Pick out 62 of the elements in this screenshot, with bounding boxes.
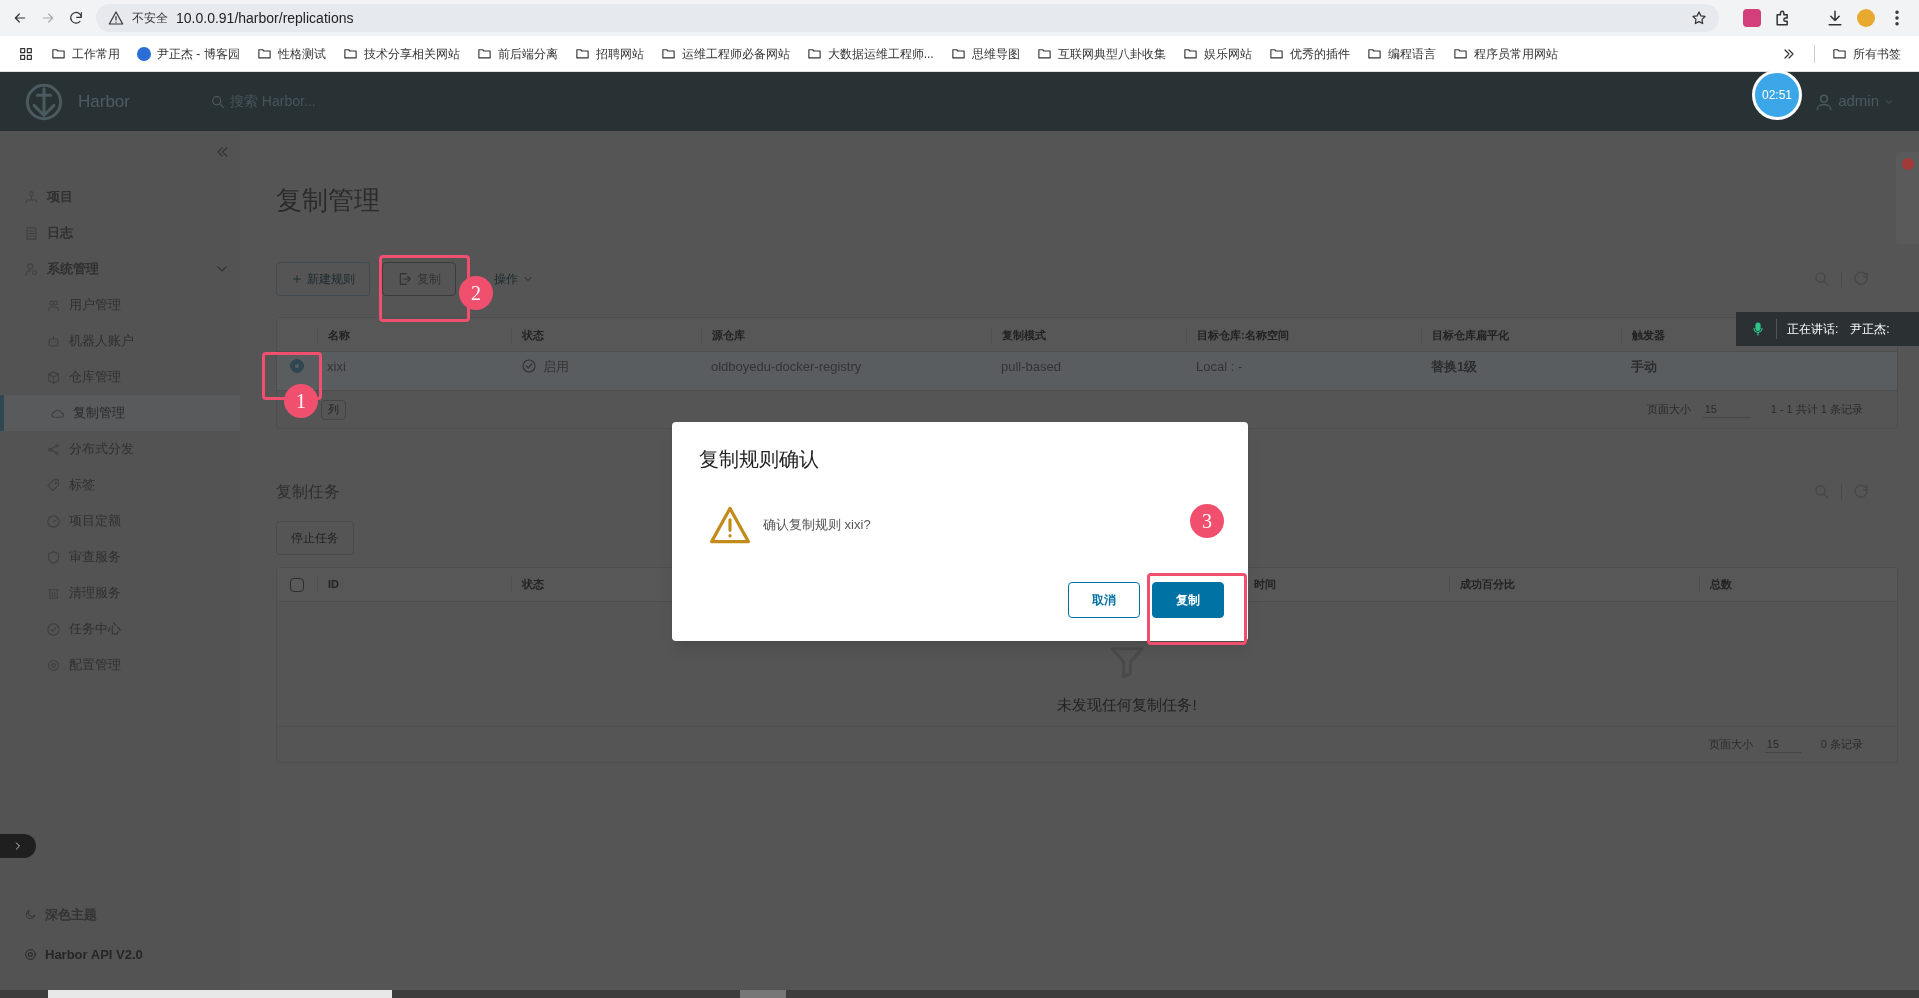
moon-icon <box>24 908 37 922</box>
bookmark[interactable]: 招聘网站 <box>574 44 644 63</box>
folder-icon <box>1832 46 1847 61</box>
select-all-checkbox[interactable] <box>290 577 304 592</box>
warning-icon <box>707 504 753 546</box>
folder-icon <box>660 46 676 61</box>
bookmark[interactable]: 思维导图 <box>950 44 1020 63</box>
folder-icon <box>1452 46 1468 61</box>
bookmark[interactable]: 编程语言 <box>1366 44 1436 63</box>
dialog-message: 确认复制规则 xixi? <box>763 516 871 535</box>
confirm-button[interactable]: 复制 <box>1152 582 1224 618</box>
apps-grid-icon[interactable] <box>18 45 34 62</box>
folder-icon <box>1036 46 1052 61</box>
bookmark[interactable]: 尹正杰 - 博客园 <box>137 44 240 63</box>
microphone-icon <box>1750 321 1766 337</box>
folder-icon <box>1366 46 1382 61</box>
bookmark[interactable]: 工作常用 <box>51 44 120 63</box>
bookmark[interactable]: 优秀的插件 <box>1268 44 1350 63</box>
check-circle-icon <box>521 358 537 375</box>
translate-extension-icon[interactable] <box>1743 9 1761 27</box>
plus-icon <box>291 273 303 285</box>
bookmark[interactable]: 运维工程师必备网站 <box>660 44 790 63</box>
horizontal-scrollbar[interactable] <box>0 990 1919 998</box>
copy-icon <box>397 271 413 287</box>
folder-icon <box>574 46 590 61</box>
reload-icon[interactable] <box>68 10 84 26</box>
forward-icon[interactable] <box>40 10 56 26</box>
bookmark[interactable]: 性格测试 <box>256 44 326 63</box>
bookmark[interactable]: 程序员常用网站 <box>1452 44 1558 63</box>
search-icon <box>209 93 226 110</box>
row-radio[interactable] <box>290 359 304 374</box>
dialog-title: 复制规则确认 <box>699 447 819 472</box>
folder-icon <box>476 46 492 61</box>
folder-icon <box>342 46 358 61</box>
bookmark[interactable]: 所有书签 <box>1832 44 1901 63</box>
folder-icon <box>51 46 66 61</box>
cancel-button[interactable]: 取消 <box>1068 582 1140 618</box>
drawer-toggle[interactable] <box>0 834 36 858</box>
folder-icon <box>256 46 272 61</box>
download-icon[interactable] <box>1825 8 1845 28</box>
bookmark[interactable]: 前后端分离 <box>476 44 558 63</box>
warning-icon <box>108 10 124 26</box>
bookmark-star-icon[interactable] <box>1691 10 1707 26</box>
profile-avatar-icon[interactable] <box>1857 9 1875 27</box>
bookmark[interactable]: 互联网典型八卦收集 <box>1036 44 1166 63</box>
folder-icon <box>1182 46 1198 61</box>
bookmark[interactable]: 大数据运维工程师... <box>806 44 934 63</box>
bookmark[interactable]: 娱乐网站 <box>1182 44 1252 63</box>
security-warning: 不安全 <box>132 10 168 27</box>
back-icon[interactable] <box>12 10 28 26</box>
folder-icon <box>1268 46 1284 61</box>
url-text: 10.0.0.91/harbor/replications <box>176 8 354 28</box>
speaker-name: 尹正杰: <box>1850 321 1890 338</box>
folder-icon <box>950 46 966 61</box>
annotation-badge: 2 <box>459 276 493 310</box>
harbor-logo-icon <box>24 81 64 122</box>
api-icon <box>24 947 37 961</box>
annotation-badge: 1 <box>284 384 318 418</box>
folder-icon <box>806 46 822 61</box>
speaking-label: 正在讲话: <box>1787 321 1839 338</box>
address-bar[interactable]: 不安全 10.0.0.91/harbor/replications <box>96 4 1719 32</box>
bookmark[interactable]: 技术分享相关网站 <box>342 44 460 63</box>
